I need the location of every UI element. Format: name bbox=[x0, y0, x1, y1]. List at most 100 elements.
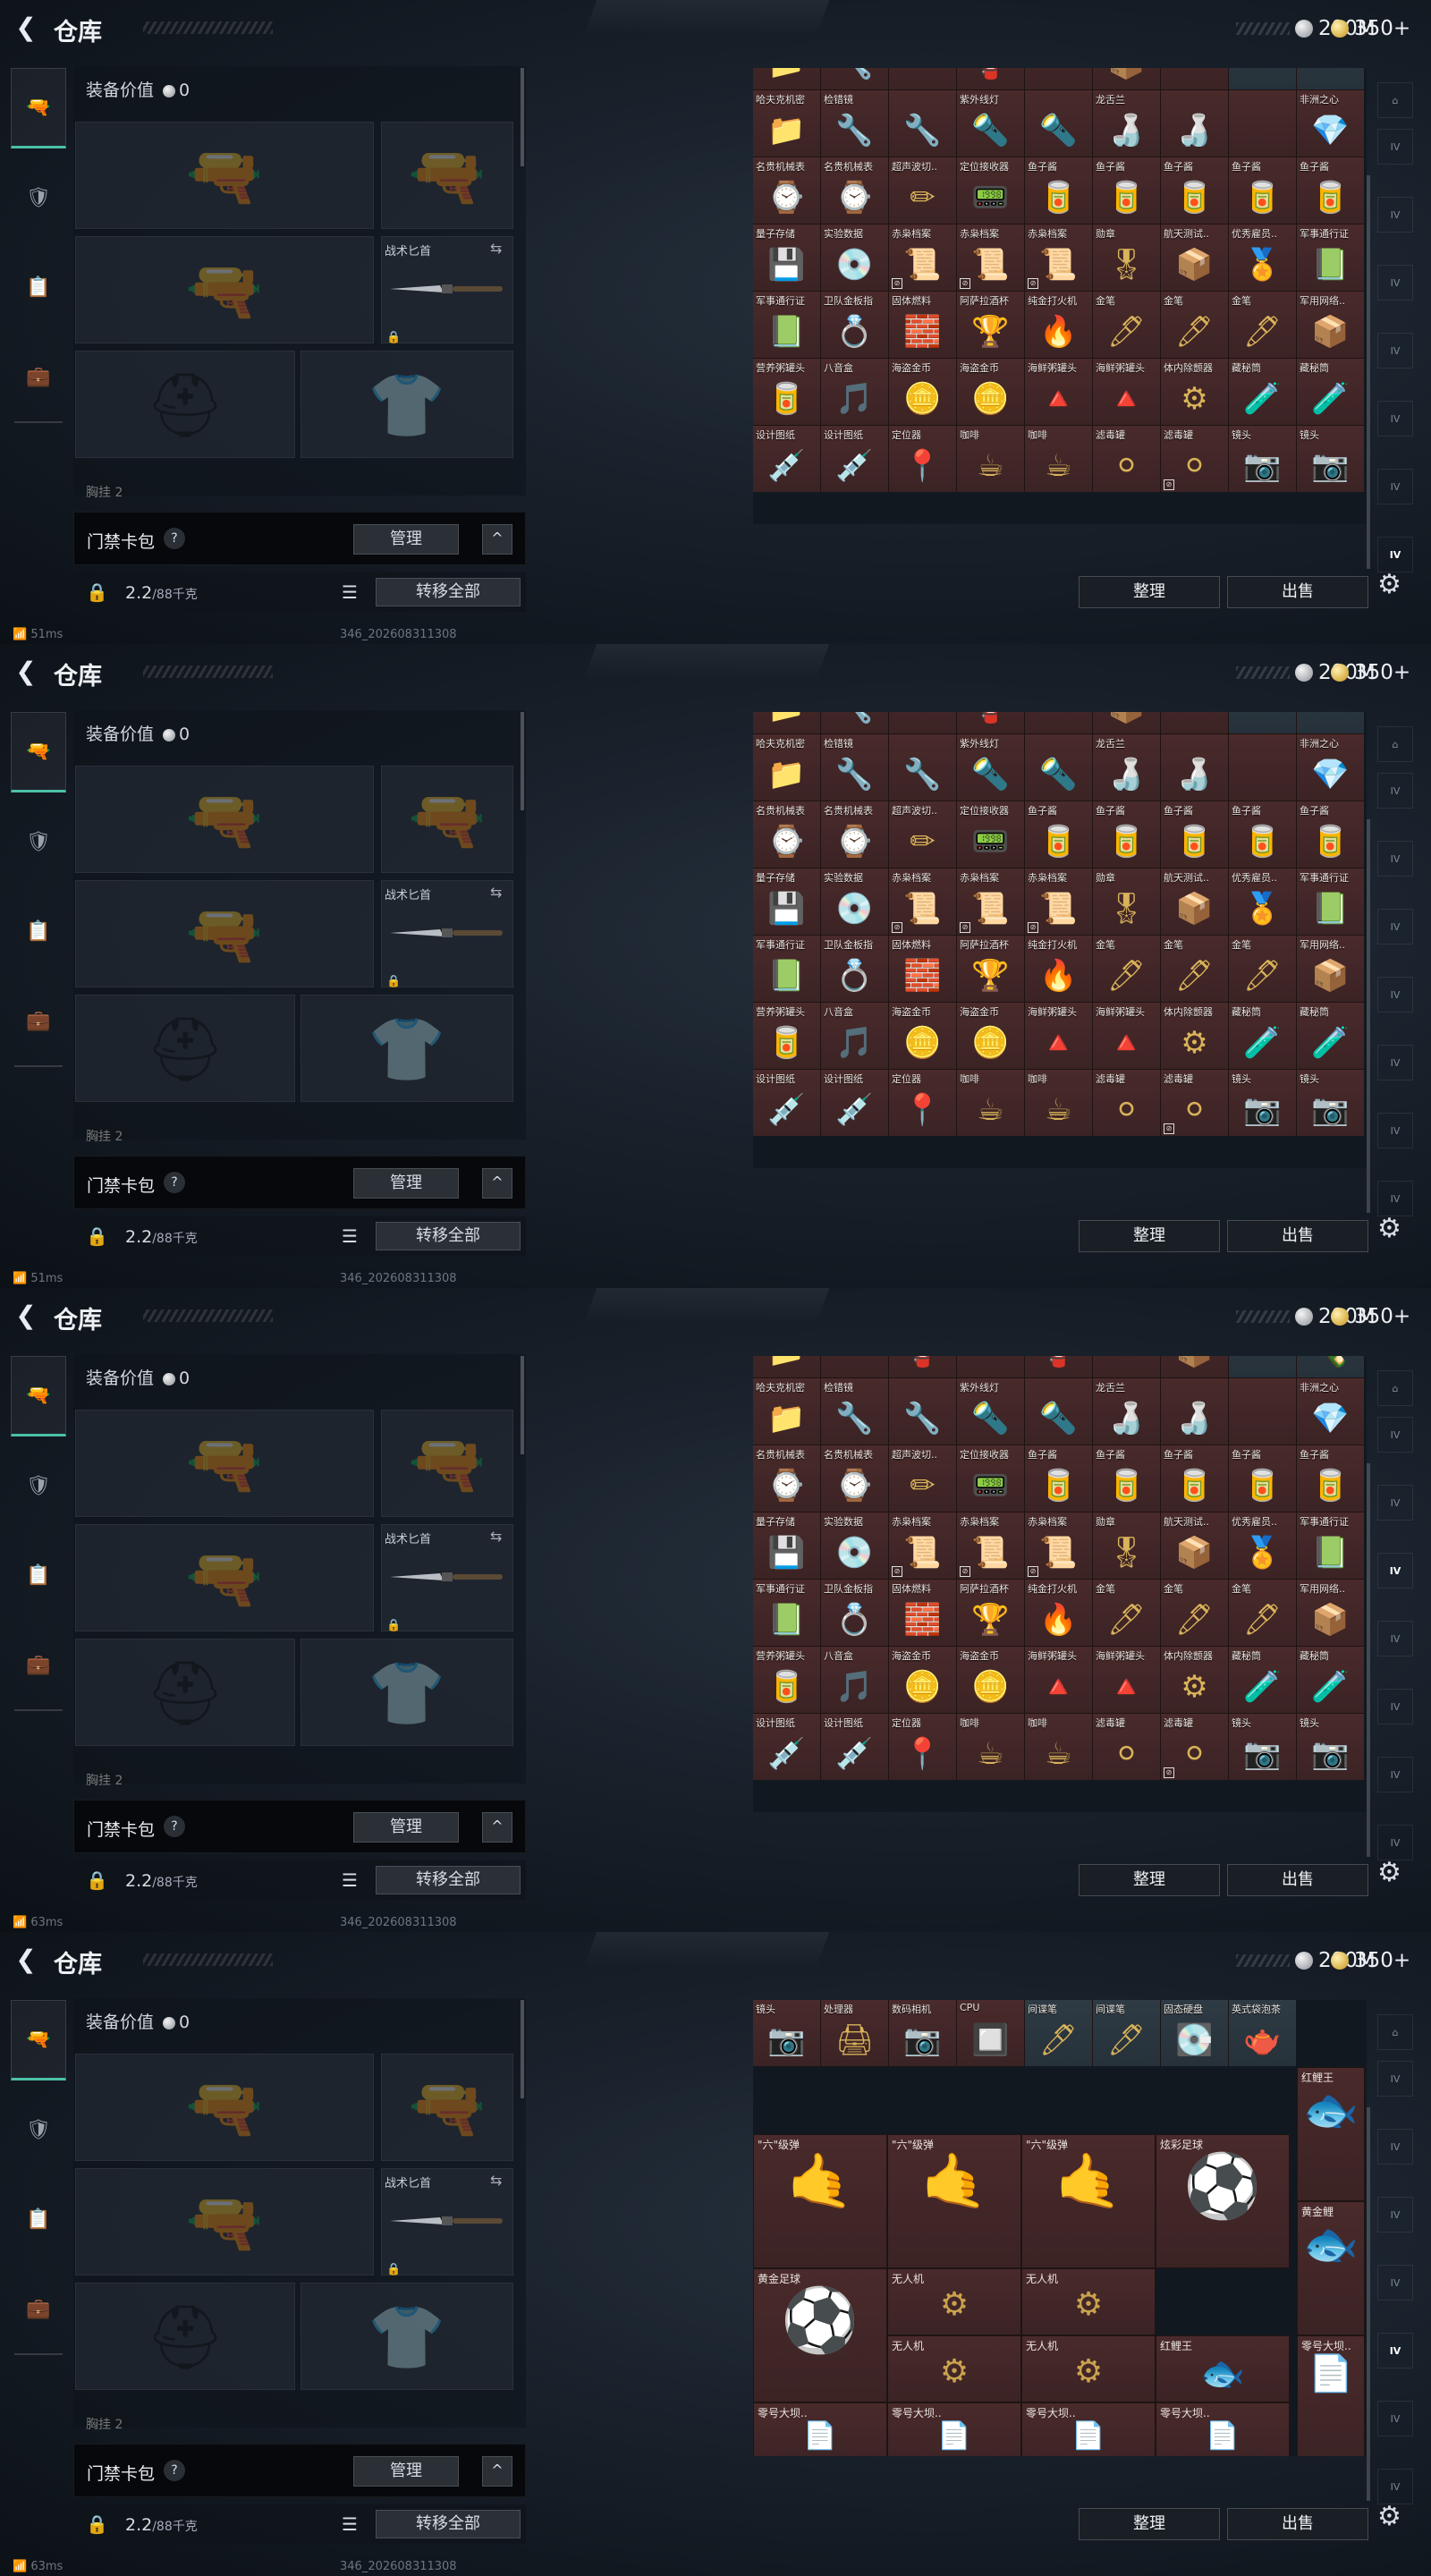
inventory-item[interactable]: 📁 bbox=[753, 712, 820, 733]
inventory-item[interactable]: 赤枭档案 📜 ⊘ bbox=[889, 1513, 956, 1579]
inventory-item[interactable]: 海盗金币 🪙 bbox=[957, 1647, 1024, 1713]
inventory-item[interactable]: 滤毒罐 ⚪ ⊘ bbox=[1161, 1714, 1228, 1780]
inventory-item[interactable]: 军事通行证 📗 bbox=[753, 936, 820, 1002]
storage-tab[interactable]: IV bbox=[1377, 909, 1413, 945]
inventory-item[interactable]: 军事通行证 📗 bbox=[1297, 225, 1364, 291]
inventory-item[interactable]: 藏秘筒 🧪 bbox=[1297, 1647, 1364, 1713]
nav-briefcase-icon[interactable]: 💼 bbox=[11, 336, 66, 417]
inventory-item[interactable]: 海鲜粥罐头 🔺 bbox=[1093, 1647, 1160, 1713]
inventory-item[interactable]: 鱼子酱 🥫 bbox=[1297, 157, 1364, 224]
inventory-item[interactable]: 优秀雇员.. 🏅 bbox=[1229, 225, 1296, 291]
inventory-item[interactable]: 实验数据 💿 bbox=[821, 225, 888, 291]
inventory-item[interactable]: 定位接收器 📟 bbox=[957, 801, 1024, 868]
inventory-item[interactable]: 设计图纸 💉 bbox=[753, 1714, 820, 1780]
nav-briefcase-icon[interactable]: 💼 bbox=[11, 1624, 66, 1705]
inventory-item[interactable]: 纯金打火机 🔥 bbox=[1025, 292, 1092, 358]
settings-gear-icon[interactable]: ⚙ bbox=[1377, 1213, 1401, 1244]
nav-gun-icon[interactable]: 🔫 bbox=[11, 712, 66, 792]
back-arrow-icon[interactable]: ❮ bbox=[13, 1946, 39, 1973]
inventory-item[interactable]: 固态硬盘 💽 bbox=[1161, 2000, 1228, 2066]
inventory-item[interactable]: 八音盒 🎵 bbox=[821, 359, 888, 425]
storage-tab[interactable]: IV bbox=[1377, 1113, 1413, 1148]
inventory-item[interactable]: 无人机 ⚙ bbox=[887, 2335, 1021, 2402]
list-icon[interactable]: ☰ bbox=[342, 1869, 358, 1891]
storage-tab[interactable]: IV bbox=[1377, 401, 1413, 436]
inventory-item[interactable]: 阿萨拉酒杯 🏆 bbox=[957, 292, 1024, 358]
inventory-item[interactable]: 镜头 📷 bbox=[1297, 1714, 1364, 1780]
inventory-item[interactable]: 紫外线灯 🔦 bbox=[957, 1378, 1024, 1445]
inventory-item[interactable]: 鱼子酱 🥫 bbox=[1229, 157, 1296, 224]
inventory-item[interactable]: 滤毒罐 ⚪ bbox=[1093, 1714, 1160, 1780]
inventory-item[interactable]: 非洲之心 💎 bbox=[1297, 1378, 1364, 1445]
inventory-item[interactable]: 名贵机械表 ⌚ bbox=[821, 157, 888, 224]
armor-slot[interactable]: 👕 bbox=[301, 995, 513, 1102]
inventory-item[interactable]: 定位器 📍 bbox=[889, 1070, 956, 1136]
home-icon[interactable]: ⌂ bbox=[1377, 726, 1413, 762]
inventory-item[interactable]: 金笔 🖊 bbox=[1093, 292, 1160, 358]
inventory-item[interactable]: 镜头 📷 bbox=[753, 2000, 820, 2066]
inventory-item[interactable]: 定位器 📍 bbox=[889, 426, 956, 492]
pistol-slot[interactable]: 🔫 bbox=[381, 2054, 513, 2161]
inventory-item[interactable]: 赤枭档案 📜 ⊘ bbox=[889, 225, 956, 291]
inventory-item[interactable]: 定位接收器 📟 bbox=[957, 1445, 1024, 1512]
inventory-item[interactable]: 哈夫克机密 📁 bbox=[753, 734, 820, 801]
nav-briefcase-icon[interactable]: 💼 bbox=[11, 2268, 66, 2349]
storage-tab[interactable]: IV bbox=[1377, 2265, 1413, 2301]
inventory-item[interactable]: 卫队金板指 💍 bbox=[821, 1580, 888, 1646]
list-icon[interactable]: ☰ bbox=[342, 1225, 358, 1247]
storage-tab[interactable]: IV bbox=[1377, 2061, 1413, 2097]
inventory-item[interactable]: 哈夫克机密 📁 bbox=[753, 90, 820, 157]
storage-tab[interactable]: IV bbox=[1377, 841, 1413, 877]
inventory-item[interactable]: 军用网络.. 📦 bbox=[1297, 292, 1364, 358]
pistol-slot[interactable]: 🔫 bbox=[381, 1410, 513, 1517]
inventory-item[interactable]: 名贵机械表 ⌚ bbox=[821, 801, 888, 868]
transfer-all-button[interactable]: 转移全部 bbox=[376, 1222, 521, 1250]
inventory-item[interactable]: 营养粥罐头 🥫 bbox=[753, 1647, 820, 1713]
inventory-item[interactable] bbox=[1229, 712, 1296, 733]
inventory-item[interactable]: 海盗金币 🪙 bbox=[957, 1003, 1024, 1069]
inventory-item[interactable]: "六"级弹 🤙 bbox=[887, 2134, 1021, 2268]
inventory-item[interactable] bbox=[1229, 90, 1296, 157]
inventory-item[interactable]: 军事通行证 📗 bbox=[1297, 869, 1364, 935]
inventory-item[interactable]: 海盗金币 🪙 bbox=[957, 359, 1024, 425]
settings-gear-icon[interactable]: ⚙ bbox=[1377, 2501, 1401, 2532]
inventory-item[interactable]: 八音盒 🎵 bbox=[821, 1003, 888, 1069]
storage-tab[interactable]: IV bbox=[1377, 265, 1413, 301]
inventory-item[interactable]: 红鲤王 🐟 bbox=[1297, 2067, 1365, 2201]
inventory-item[interactable]: "六"级弹 🤙 bbox=[1021, 2134, 1156, 2268]
primary-weapon-slot[interactable]: 🔫 bbox=[75, 2054, 374, 2161]
inventory-item[interactable]: 📦 bbox=[1093, 68, 1160, 89]
inventory-item[interactable]: 藏秘筒 🧪 bbox=[1229, 1647, 1296, 1713]
inventory-item[interactable]: 间谍笔 🖊 bbox=[1025, 2000, 1092, 2066]
inventory-item[interactable] bbox=[889, 68, 956, 89]
inventory-item[interactable] bbox=[1229, 1378, 1296, 1445]
inventory-item[interactable]: 体内除颤器 ⚙ bbox=[1161, 359, 1228, 425]
nav-clipboard-icon[interactable]: 📋 bbox=[11, 2179, 66, 2259]
secondary-weapon-slot[interactable]: 🔫 bbox=[75, 2168, 374, 2275]
storage-tab[interactable]: IV bbox=[1377, 2333, 1413, 2368]
home-icon[interactable]: ⌂ bbox=[1377, 2014, 1413, 2050]
nav-armor-icon[interactable]: 🛡 bbox=[11, 157, 66, 238]
inventory-item[interactable] bbox=[1297, 712, 1364, 733]
inventory-item[interactable]: 鱼子酱 🥫 bbox=[1093, 157, 1160, 224]
nav-clipboard-icon[interactable]: 📋 bbox=[11, 1535, 66, 1615]
inventory-item[interactable]: CPU 🔲 bbox=[957, 2000, 1024, 2066]
inventory-item[interactable]: 设计图纸 💉 bbox=[753, 426, 820, 492]
inventory-item[interactable]: 军用网络.. 📦 bbox=[1297, 936, 1364, 1002]
primary-weapon-slot[interactable]: 🔫 bbox=[75, 122, 374, 229]
inventory-item[interactable]: 海鲜粥罐头 🔺 bbox=[1093, 359, 1160, 425]
inventory-item[interactable]: 金笔 🖊 bbox=[1161, 1580, 1228, 1646]
sell-button[interactable]: 出售 bbox=[1227, 1220, 1368, 1252]
sell-button[interactable]: 出售 bbox=[1227, 1864, 1368, 1896]
inventory-item[interactable]: 🍶 bbox=[1161, 734, 1228, 801]
storage-tab[interactable]: IV bbox=[1377, 129, 1413, 165]
inventory-item[interactable]: 卫队金板指 💍 bbox=[821, 936, 888, 1002]
collapse-button[interactable]: ^ bbox=[482, 1812, 512, 1843]
inventory-item[interactable]: 🔧 bbox=[821, 68, 888, 89]
storage-tab[interactable]: IV bbox=[1377, 2469, 1413, 2504]
inventory-item[interactable]: 🔦 bbox=[1025, 734, 1092, 801]
inventory-item[interactable]: 藏秘筒 🧪 bbox=[1229, 359, 1296, 425]
inventory-item[interactable]: 设计图纸 💉 bbox=[753, 1070, 820, 1136]
collapse-button[interactable]: ^ bbox=[482, 524, 512, 555]
collapse-button[interactable]: ^ bbox=[482, 1168, 512, 1199]
